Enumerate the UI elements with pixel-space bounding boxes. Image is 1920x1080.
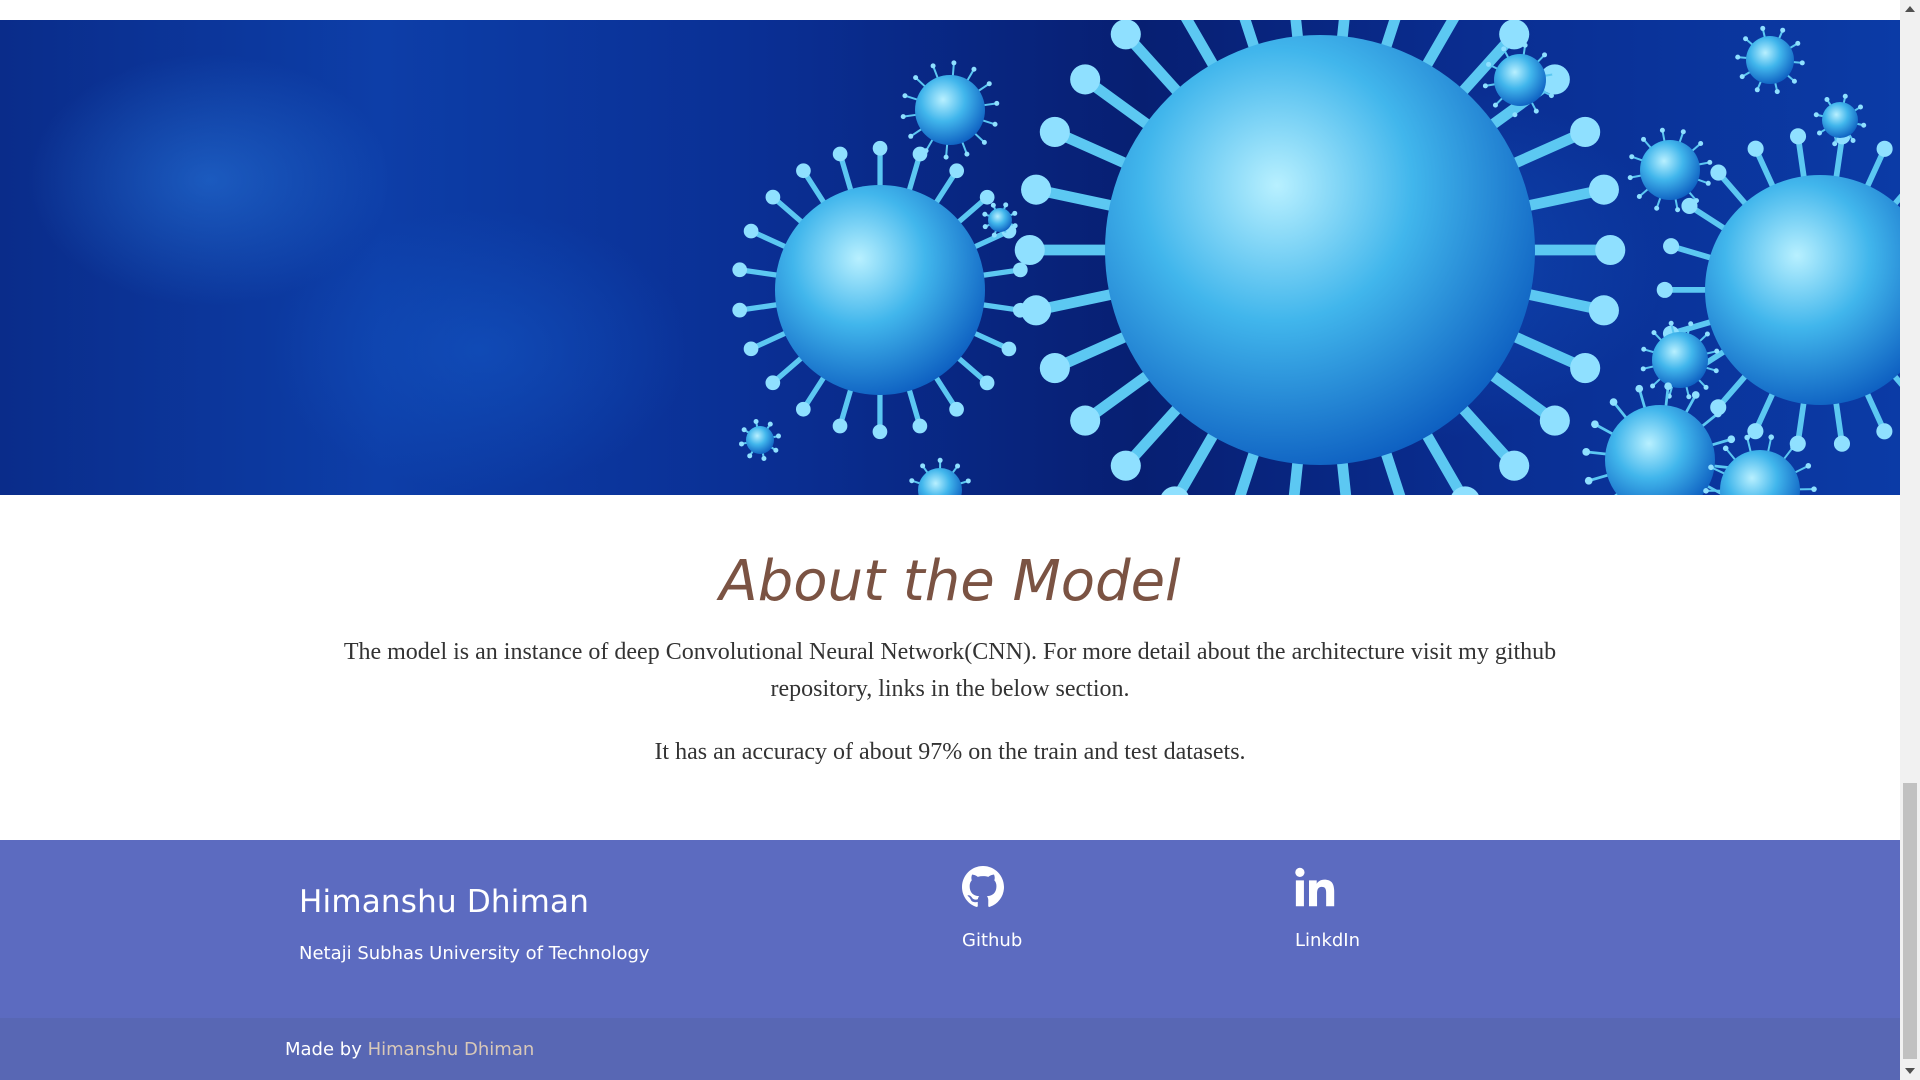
page: About the Model The model is an instance… — [0, 0, 1900, 1080]
github-link[interactable]: Github — [962, 866, 1082, 951]
virus-particle — [900, 60, 1000, 160]
about-title: About the Model — [719, 549, 1181, 614]
scroll-down-arrow-icon[interactable] — [1905, 1068, 1915, 1074]
virus-particle — [739, 419, 781, 461]
virus-particle — [1735, 25, 1805, 95]
top-strip — [0, 0, 1900, 20]
github-label: Github — [962, 930, 1023, 951]
scroll-thumb[interactable] — [1903, 783, 1917, 1059]
footer: Himanshu Dhiman Netaji Subhas University… — [0, 840, 1900, 1018]
copyright-text: Made by Himanshu Dhiman — [285, 1038, 534, 1062]
about-description: The model is an instance of deep Convolu… — [343, 639, 1557, 702]
virus-illustration — [732, 20, 1900, 495]
linkedin-label: LinkdIn — [1295, 930, 1361, 951]
footer-name: Himanshu Dhiman — [299, 884, 590, 920]
virus-particle — [732, 140, 1028, 440]
copyright-bar: Made by Himanshu Dhiman — [0, 1018, 1900, 1080]
virus-particle — [1582, 382, 1738, 495]
virus-particle — [909, 457, 971, 495]
vertical-scrollbar[interactable] — [1900, 0, 1920, 1080]
author-link[interactable]: Himanshu Dhiman — [368, 1039, 535, 1060]
virus-particle — [1640, 320, 1720, 400]
scroll-up-arrow-icon[interactable] — [1905, 6, 1915, 12]
hero-banner — [0, 20, 1900, 495]
copyright-prefix: Made by — [285, 1039, 368, 1060]
virus-particle — [1627, 127, 1713, 213]
linkedin-icon — [1295, 867, 1335, 907]
about-accuracy: It has an accuracy of about 97% on the t… — [654, 739, 1246, 765]
footer-university: Netaji Subhas University of Technology — [299, 943, 650, 964]
linkedin-link[interactable]: LinkdIn — [1295, 866, 1415, 951]
github-icon — [962, 866, 1004, 907]
